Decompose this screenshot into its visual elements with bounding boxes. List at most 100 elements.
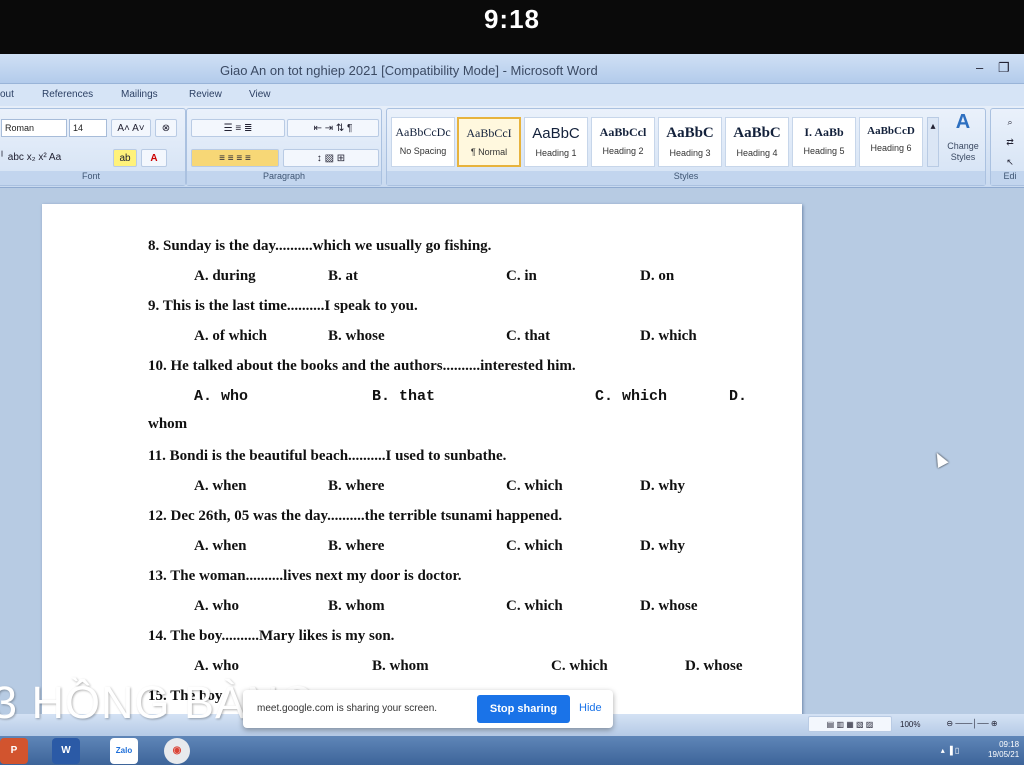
style-sample: AaBbC [532,125,580,142]
font-size-box[interactable]: 14 [69,119,107,137]
option-a: A. who [194,388,249,405]
view-buttons[interactable]: ▤ ▥ ▦ ▧ ▨ [808,716,892,732]
zoom-slider[interactable]: ⊖ ───│── ⊕ [930,716,1014,732]
word-icon[interactable]: W [52,738,80,764]
question-8: 8. Sunday is the day..........which we u… [148,238,492,254]
styles-group: AaBbCcDc No Spacing AaBbCcI ¶ Normal AaB… [386,108,986,186]
style-heading-2[interactable]: AaBbCcl Heading 2 [591,117,655,167]
option-d-continued: whom [148,416,188,432]
stop-sharing-button[interactable]: Stop sharing [477,695,570,723]
styles-scroll-icon[interactable]: ▴ [927,117,939,167]
grow-shrink-font-buttons[interactable]: A˄ A˅ [111,119,151,137]
style-heading-4[interactable]: AaBbC Heading 4 [725,117,789,167]
option-a: A. of which [194,328,267,344]
option-a: A. who [194,658,240,674]
indent-sort-buttons[interactable]: ⇤ ⇥ ⇅ ¶ [287,119,379,137]
option-a: A. when [194,538,247,554]
style-name: Heading 2 [602,146,644,156]
editing-group: ⌕ ⇄ ↖ Edi [990,108,1024,186]
option-d: D. why [640,478,686,494]
tab-view[interactable]: View [249,89,271,100]
zoom-level: 100% [900,720,921,729]
taskbar: P W Zalo ◉ ▴ ▐ ▯ 09:18 19/05/21 [0,736,1024,765]
style-sample: AaBbCcDc [395,125,451,139]
style-name: Heading 5 [803,146,845,156]
style-heading-1[interactable]: AaBbC Heading 1 [524,117,588,167]
style-sample: AaBbCcI [466,126,512,140]
paragraph-group: ☰ ≡ ≣ ⇤ ⇥ ⇅ ¶ ≡ ≡ ≡ ≡ ↕ ▧ ⊞ Paragraph [186,108,382,186]
style-sample: I. AaBb [804,125,844,139]
share-notice: meet.google.com is sharing your screen. [257,703,438,714]
style-name: Heading 3 [669,148,711,158]
powerpoint-icon[interactable]: P [0,738,28,764]
question-13: 13. The woman..........lives next my doo… [148,568,462,584]
screen-share-bar: meet.google.com is sharing your screen. … [243,690,613,728]
clock-date: 19/05/21 [988,750,1020,759]
tray-icons[interactable]: ▴ ▐ ▯ [920,742,980,760]
align-buttons[interactable]: ≡ ≡ ≡ ≡ [191,149,279,167]
option-b: B. whom [328,598,385,614]
tab-layout[interactable]: out [0,89,14,100]
taskbar-clock: 09:18 19/05/21 [988,740,1019,760]
option-d: D. whose [640,598,698,614]
clock-time: 09:18 [999,740,1020,749]
font-group: Roman 14 A˄ A˅ ⊗ ╵ abc x₂ x² Aa ab A Fon… [0,108,186,186]
tab-mailings[interactable]: Mailings [121,89,158,100]
font-group-label: Font [0,171,185,185]
option-b: B. that [372,388,436,405]
option-c: C. which [551,658,608,674]
style-no-spacing[interactable]: AaBbCcDc No Spacing [391,117,455,167]
zalo-icon[interactable]: Zalo [110,738,138,764]
tab-review[interactable]: Review [189,89,222,100]
ribbon-tabs: out References Mailings Review View [0,84,1024,106]
style-name: ¶ Normal [470,147,508,157]
change-styles-button[interactable]: Change Styles [939,141,987,165]
option-b: B. where [328,538,385,554]
option-c: C. that [506,328,551,344]
question-11: 11. Bondi is the beautiful beach........… [148,448,507,464]
font-name-box[interactable]: Roman [1,119,67,137]
style-heading-3[interactable]: AaBbC Heading 3 [658,117,722,167]
style-name: Heading 4 [736,148,778,158]
ribbon: Roman 14 A˄ A˅ ⊗ ╵ abc x₂ x² Aa ab A Fon… [0,106,1024,188]
option-d: D. on [640,268,675,284]
style-heading-5[interactable]: I. AaBb Heading 5 [792,117,856,167]
style-name: Heading 6 [870,143,912,153]
styles-group-label: Styles [387,171,985,185]
option-d: D. which [640,328,697,344]
style-sample: AaBbC [733,125,781,141]
option-b: B. where [328,478,385,494]
tab-references[interactable]: References [42,89,93,100]
chrome-icon[interactable]: ◉ [164,738,190,764]
change-styles-icon: A [955,111,971,133]
style-sample: AaBbCcD [867,125,915,137]
phone-status-bar: 9:18 [0,0,1024,54]
list-buttons[interactable]: ☰ ≡ ≣ [191,119,285,137]
replace-icon[interactable]: ⇄ [995,133,1024,151]
style-name: No Spacing [399,146,447,156]
mouse-cursor-icon [931,450,949,468]
font-color-icon[interactable]: A [141,149,167,167]
style-heading-6[interactable]: AaBbCcD Heading 6 [859,117,923,167]
style-sample: AaBbC [666,125,714,141]
option-b: B. whose [328,328,385,344]
minimize-button[interactable]: – [976,60,983,75]
clear-formatting-icon[interactable]: ⊗ [155,119,177,137]
option-d: D. whose [685,658,743,674]
option-c: C. which [595,388,668,405]
style-normal[interactable]: AaBbCcI ¶ Normal [457,117,521,167]
format-buttons-row[interactable]: ╵ abc x₂ x² Aa [0,149,109,167]
window-title: Giao An on tot nghiep 2021 [Compatibilit… [220,63,598,78]
restore-button[interactable]: ❐ [998,60,1010,76]
question-12: 12. Dec 26th, 05 was the day..........th… [148,508,563,524]
option-a: A. when [194,478,247,494]
paragraph-group-label: Paragraph [187,171,381,185]
phone-clock: 9:18 [483,4,541,34]
highlight-icon[interactable]: ab [113,149,137,167]
style-name: Heading 1 [535,148,577,158]
option-d: D. [729,388,748,405]
find-icon[interactable]: ⌕ [995,113,1024,131]
hide-button[interactable]: Hide [579,702,602,714]
select-icon[interactable]: ↖ [995,153,1024,171]
spacing-shading-buttons[interactable]: ↕ ▧ ⊞ [283,149,379,167]
